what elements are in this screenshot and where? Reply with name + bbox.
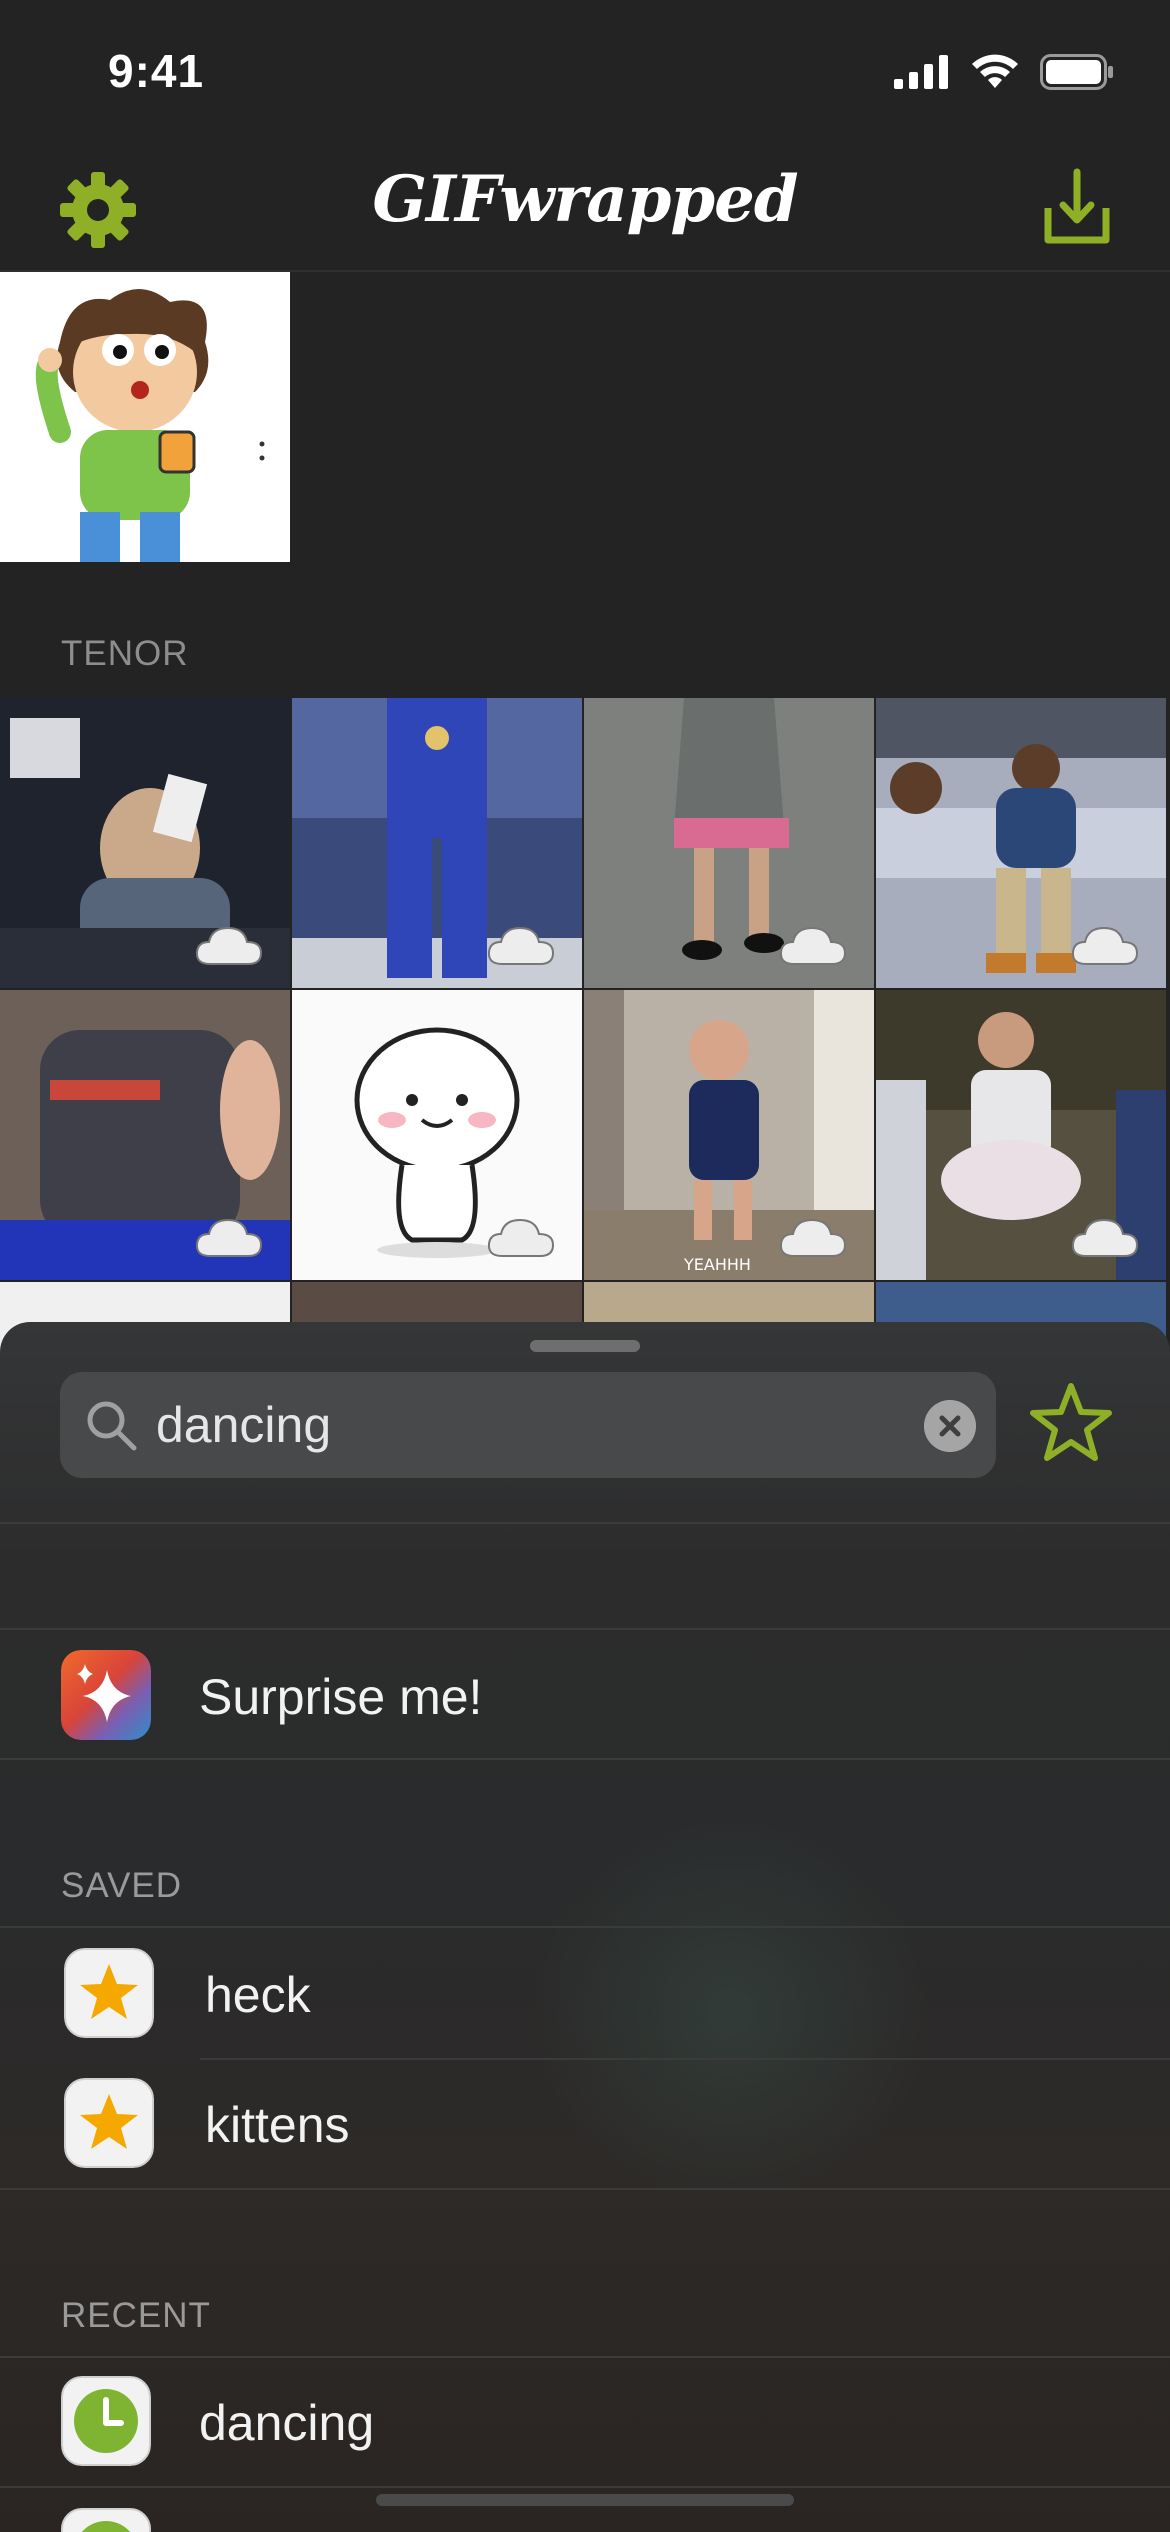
gif-tile-3[interactable]: [584, 698, 874, 988]
divider: [0, 2486, 1170, 2488]
tenor-section-header: TENOR: [61, 634, 189, 673]
status-time: 9:41: [108, 45, 205, 97]
star-icon: [64, 2078, 154, 2168]
import-download-icon[interactable]: [1042, 168, 1112, 246]
status-icons: [894, 54, 1114, 90]
clear-search-button[interactable]: [924, 1400, 976, 1452]
gif-tile-4[interactable]: [876, 698, 1166, 988]
cloud-icon: [487, 926, 555, 965]
saved-search-label: kittens: [205, 2097, 350, 2153]
nav-bar: GIFwrapped: [0, 140, 1170, 272]
search-field[interactable]: [60, 1372, 996, 1478]
gif-browser: TENOR YEAHHH: [0, 272, 1170, 1372]
divider: [0, 1522, 1170, 1524]
cloud-icon: [487, 1218, 555, 1257]
surprise-me-row[interactable]: Surprise me!: [0, 1630, 1170, 1758]
gif-tile-1[interactable]: [0, 698, 290, 988]
cartoon-character-image: [0, 272, 290, 562]
saved-search-row[interactable]: heck: [0, 1928, 1170, 2058]
tile-caption: YEAHHH: [683, 1255, 751, 1274]
gif-tile-6[interactable]: [292, 990, 582, 1280]
search-icon: [87, 1401, 137, 1451]
recent-section-header: RECENT: [61, 2296, 211, 2335]
star-icon: [64, 1948, 154, 2038]
status-bar: 9:41: [0, 0, 1170, 140]
gif-tile-5[interactable]: [0, 990, 290, 1280]
cloud-icon: [779, 1218, 847, 1257]
recent-search-row[interactable]: dancing: [0, 2358, 1170, 2486]
saved-search-label: heck: [205, 1967, 311, 2023]
search-sheet: Surprise me! SAVED heck kittens RECENT d…: [0, 1322, 1170, 2532]
clock-icon: [61, 2508, 151, 2532]
save-search-star-icon[interactable]: [1028, 1380, 1114, 1466]
sparkles-icon: [61, 1650, 151, 1740]
divider: [0, 1758, 1170, 1760]
saved-search-row[interactable]: kittens: [0, 2060, 1170, 2188]
divider: [0, 2188, 1170, 2190]
wifi-icon: [972, 54, 1018, 88]
cloud-icon: [1071, 1218, 1139, 1257]
app-title: GIFwrapped: [372, 162, 798, 237]
surprise-me-label: Surprise me!: [199, 1669, 483, 1725]
recent-gif-thumbnail[interactable]: [0, 272, 290, 562]
search-input[interactable]: [156, 1392, 916, 1458]
sheet-grabber[interactable]: [530, 1340, 640, 1352]
gif-tile-2[interactable]: [292, 698, 582, 988]
cloud-icon: [195, 926, 263, 965]
saved-section-header: SAVED: [61, 1866, 183, 1905]
battery-icon: [1040, 54, 1113, 90]
cloud-icon: [1071, 926, 1139, 965]
gif-tile-8[interactable]: [876, 990, 1166, 1280]
home-indicator: [376, 2494, 794, 2506]
cloud-icon: [779, 926, 847, 965]
cloud-icon: [195, 1218, 263, 1257]
gif-tile-7[interactable]: YEAHHH: [584, 990, 874, 1280]
clock-icon: [61, 2376, 151, 2466]
cellular-signal-icon: [894, 55, 948, 89]
recent-search-label: dancing: [199, 2395, 375, 2451]
